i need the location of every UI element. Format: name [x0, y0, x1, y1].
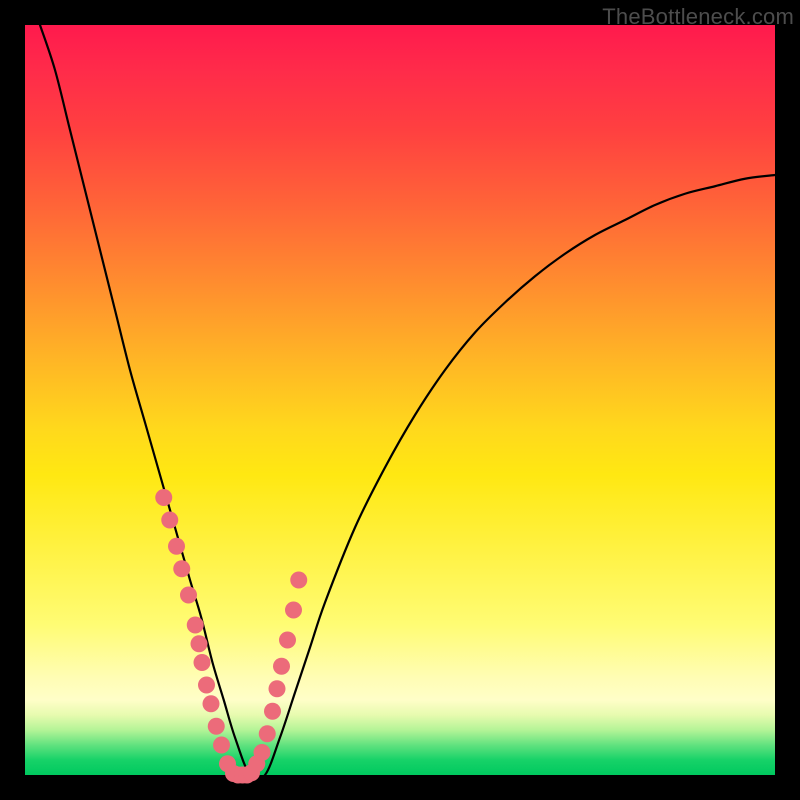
data-point — [285, 602, 302, 619]
curve-dots — [155, 489, 307, 784]
curve-layer — [25, 25, 775, 775]
data-point — [269, 680, 286, 697]
data-point — [203, 695, 220, 712]
data-point — [259, 725, 276, 742]
data-point — [279, 632, 296, 649]
data-point — [187, 617, 204, 634]
data-point — [264, 703, 281, 720]
data-point — [173, 560, 190, 577]
data-point — [161, 512, 178, 529]
data-point — [198, 677, 215, 694]
data-point — [194, 654, 211, 671]
data-point — [155, 489, 172, 506]
data-point — [180, 587, 197, 604]
data-point — [208, 718, 225, 735]
data-point — [168, 538, 185, 555]
data-point — [290, 572, 307, 589]
data-point — [273, 658, 290, 675]
data-point — [254, 744, 271, 761]
chart-frame: TheBottleneck.com — [0, 0, 800, 800]
plot-area — [25, 25, 775, 775]
data-point — [191, 635, 208, 652]
data-point — [213, 737, 230, 754]
bottleneck-curve — [40, 25, 775, 780]
